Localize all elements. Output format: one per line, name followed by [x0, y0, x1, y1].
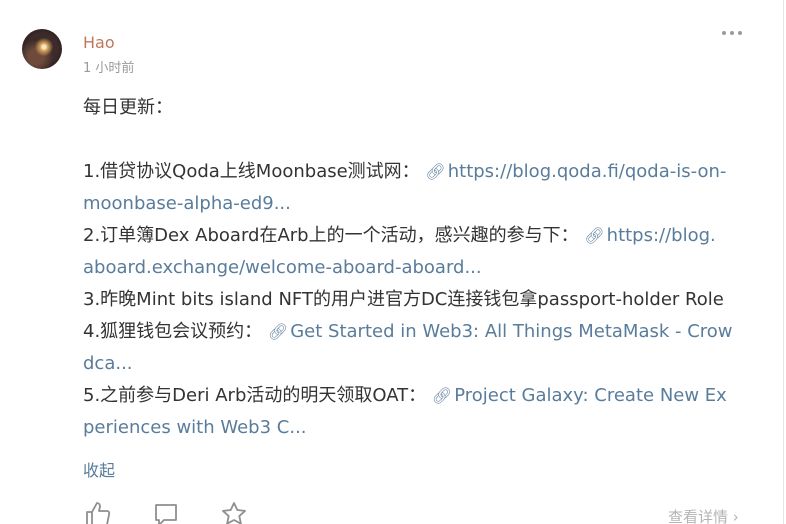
star-icon[interactable] — [220, 500, 248, 524]
item-link[interactable]: https://blog.qoda.fi/qoda-is-on- — [448, 161, 727, 182]
item-text: 2.订单簿Dex Aboard在Arb上的一个活动，感兴趣的参与下： — [83, 225, 579, 246]
item-text: 1.借贷协议Qoda上线Moonbase测试网： — [83, 161, 420, 182]
link-icon: 🔗︎ — [267, 322, 289, 341]
view-detail-label: 查看详情 — [668, 508, 729, 524]
thumbs-up-icon[interactable] — [84, 500, 112, 524]
post-card: Hao 1 小时前 每日更新： 1.借贷协议Qoda上线Moonbase测试网：… — [0, 0, 784, 524]
chevron-right-icon: › — [728, 508, 739, 524]
link-icon: 🔗︎ — [431, 386, 453, 405]
item-text: 4.狐狸钱包会议预约： — [83, 321, 263, 342]
comment-icon[interactable] — [152, 500, 180, 524]
list-item: 1.借贷协议Qoda上线Moonbase测试网： 🔗︎ https://blog.… — [83, 156, 748, 188]
action-bar — [84, 500, 248, 524]
link-icon: 🔗︎ — [584, 226, 605, 245]
item-text: 5.之前参与Deri Arb活动的明天领取OAT： — [83, 385, 427, 406]
item-link[interactable]: https://blog. — [607, 225, 716, 246]
list-item: 4.狐狸钱包会议预约： 🔗︎ Get Started in Web3: All T… — [83, 316, 748, 348]
item-link[interactable]: periences with Web3 C... — [83, 417, 307, 438]
list-item: 3.昨晚Mint bits island NFT的用户进官方DC连接钱包拿pas… — [83, 289, 724, 310]
author-name[interactable]: Hao — [83, 33, 115, 52]
item-link[interactable]: dca... — [83, 353, 133, 374]
item-link[interactable]: moonbase-alpha-ed9... — [83, 193, 291, 214]
link-icon: 🔗︎ — [425, 162, 446, 181]
list-item-continuation: periences with Web3 C... — [83, 412, 748, 444]
list-item-continuation: aboard.exchange/welcome-aboard-aboard... — [83, 252, 748, 284]
collapse-button[interactable]: 收起 — [83, 457, 115, 481]
post-heading: 每日更新： — [83, 97, 173, 118]
list-item-continuation: moonbase-alpha-ed9... — [83, 188, 748, 220]
post-content: 每日更新： 1.借贷协议Qoda上线Moonbase测试网： 🔗︎ https:/… — [83, 92, 748, 444]
list-item: 2.订单簿Dex Aboard在Arb上的一个活动，感兴趣的参与下： 🔗︎ htt… — [83, 220, 748, 252]
item-link[interactable]: aboard.exchange/welcome-aboard-aboard... — [83, 257, 482, 278]
item-link[interactable]: Get Started in Web3: All Things MetaMask… — [290, 321, 732, 342]
list-item-continuation: dca... — [83, 348, 748, 380]
post-time: 1 小时前 — [83, 61, 135, 76]
item-link[interactable]: Project Galaxy: Create New Ex — [454, 385, 727, 406]
more-dots-icon[interactable] — [722, 31, 742, 35]
list-item: 5.之前参与Deri Arb活动的明天领取OAT： 🔗︎ Project Gala… — [83, 380, 748, 412]
avatar[interactable] — [22, 29, 62, 69]
view-detail-link[interactable]: 查看详情 › — [668, 506, 739, 524]
